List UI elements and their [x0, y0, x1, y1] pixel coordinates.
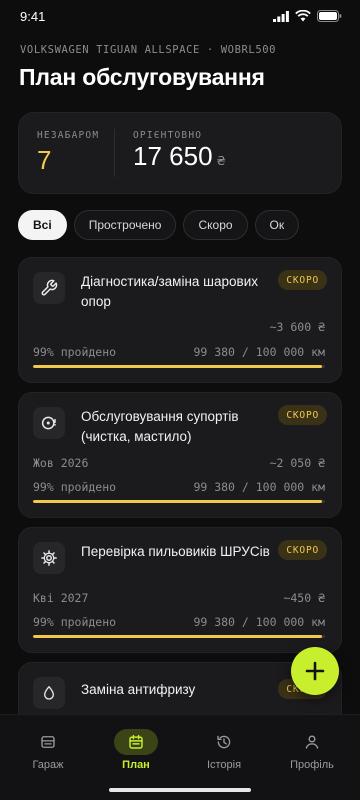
soon-label: НЕЗАБАРОМ — [37, 130, 100, 141]
card-mileage: 99 380 / 100 000 км — [193, 615, 325, 629]
progress-bar — [33, 500, 325, 503]
summary-approx: ОРІЄНТОВНО 17 650 ₴ — [115, 113, 226, 193]
status-badge: СКОРО — [278, 540, 327, 560]
card-date: Кві 2027 — [33, 591, 89, 605]
card-passed: 99% пройдено — [33, 615, 117, 629]
home-indicator — [109, 788, 251, 792]
status-icons — [273, 10, 342, 22]
progress-bar — [33, 635, 325, 638]
progress-fill — [33, 635, 323, 638]
garage-icon — [26, 729, 70, 755]
card-mileage: 99 380 / 100 000 км — [193, 480, 325, 494]
nav-label: Гараж — [32, 759, 64, 771]
currency-sign: ₴ — [216, 154, 226, 168]
card-cost: ~2 050 ₴ — [269, 456, 325, 470]
card-cost: ~450 ₴ — [283, 591, 325, 605]
status-bar: 9:41 — [0, 0, 360, 32]
brake-icon — [33, 407, 65, 439]
maintenance-card[interactable]: Перевірка пильовиків ШРУСів СКОРО Кві 20… — [18, 527, 342, 653]
drop-icon — [33, 677, 65, 709]
nav-garage[interactable]: Гараж — [3, 729, 93, 771]
maintenance-card[interactable]: Діагностика/заміна шарових опор СКОРО ~3… — [18, 257, 342, 383]
nav-label: Історія — [206, 759, 242, 771]
filter-ok[interactable]: Ок — [254, 210, 300, 240]
history-icon — [202, 729, 246, 755]
card-title: Перевірка пильовиків ШРУСів — [81, 544, 270, 559]
card-passed: 99% пройдено — [33, 480, 117, 494]
add-button[interactable] — [291, 647, 339, 695]
card-mileage: 99 380 / 100 000 км — [193, 345, 325, 359]
card-title: Діагностика/заміна шарових опор — [81, 274, 258, 309]
card-title: Обслуговування супортів (чистка, мастило… — [81, 409, 239, 444]
filter-all[interactable]: Всі — [18, 210, 67, 240]
summary-soon: НЕЗАБАРОМ 7 — [19, 113, 114, 193]
gear-icon — [33, 542, 65, 574]
nav-history[interactable]: Історія — [179, 729, 269, 771]
filter-soon[interactable]: Скоро — [183, 210, 248, 240]
progress-fill — [33, 500, 323, 503]
battery-icon — [317, 10, 342, 22]
status-badge: СКОРО — [278, 270, 327, 290]
filter-chips: Всі Прострочено Скоро Ок — [18, 210, 300, 240]
person-icon — [290, 729, 334, 755]
wifi-icon — [295, 10, 311, 22]
approx-label: ОРІЄНТОВНО — [133, 130, 203, 141]
filter-overdue[interactable]: Прострочено — [73, 210, 177, 240]
card-passed: 99% пройдено — [33, 345, 117, 359]
summary-card: НЕЗАБАРОМ 7 ОРІЄНТОВНО 17 650 ₴ — [18, 112, 342, 194]
plus-icon — [305, 661, 325, 681]
status-time: 9:41 — [20, 8, 46, 24]
vehicle-subtitle: VOLKSWAGEN TIGUAN ALLSPACE · WOBRL500 — [20, 44, 277, 56]
signal-icon — [273, 10, 289, 22]
progress-fill — [33, 365, 323, 368]
card-cost: ~3 600 ₴ — [269, 320, 325, 334]
calendar-icon — [114, 729, 158, 755]
card-title: Заміна антифризу — [81, 682, 196, 697]
maintenance-card[interactable]: Обслуговування супортів (чистка, мастило… — [18, 392, 342, 518]
nav-profile[interactable]: Профіль — [267, 729, 357, 771]
progress-bar — [33, 365, 325, 368]
page-title: План обслуговування — [19, 64, 265, 90]
soon-count: 7 — [37, 145, 52, 175]
nav-label: Профіль — [290, 759, 334, 771]
card-date: Жов 2026 — [33, 456, 89, 470]
approx-value: 17 650 — [133, 141, 213, 171]
wrench-icon — [33, 272, 65, 304]
status-badge: СКОРО — [278, 405, 327, 425]
nav-plan[interactable]: План — [91, 729, 181, 771]
nav-label: План — [122, 759, 150, 771]
